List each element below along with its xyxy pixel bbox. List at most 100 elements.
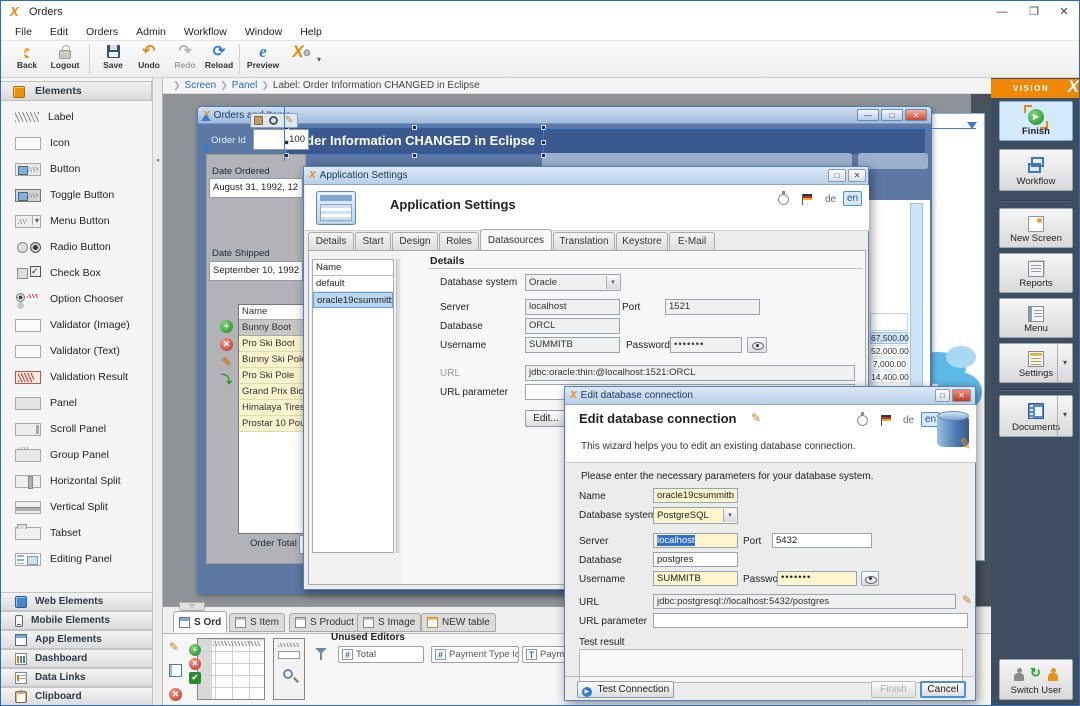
box-icon[interactable] bbox=[254, 116, 263, 125]
export-icon[interactable]: ⤵ bbox=[220, 374, 233, 387]
app-settings-maximize-button[interactable]: □ bbox=[828, 169, 846, 182]
test-result-textarea[interactable] bbox=[579, 649, 963, 683]
server-field[interactable]: localhost bbox=[653, 533, 738, 548]
orders-close-button[interactable]: ✕ bbox=[905, 109, 927, 121]
tab-e-mail[interactable]: E-Mail bbox=[669, 232, 715, 251]
palette-item-panel[interactable]: Panel bbox=[1, 390, 153, 416]
save-button[interactable]: Save bbox=[95, 43, 131, 76]
server-field[interactable]: localhost bbox=[525, 299, 620, 315]
palette-item-option-chooser[interactable]: Option Chooser bbox=[1, 286, 153, 312]
database-field[interactable]: postgres bbox=[653, 552, 738, 567]
new-screen-button[interactable]: New Screen bbox=[999, 208, 1073, 248]
palette-item-horizontal-split[interactable]: Horizontal Split bbox=[1, 468, 153, 494]
breadcrumb-link-panel[interactable]: Panel bbox=[232, 80, 258, 91]
menu-workflow[interactable]: Workflow bbox=[175, 24, 236, 40]
finish-button[interactable]: Finish bbox=[871, 681, 916, 698]
breadcrumb-link-screen[interactable]: Screen bbox=[185, 80, 217, 91]
finish-button[interactable]: ▶Finish bbox=[999, 101, 1073, 141]
circle-icon[interactable] bbox=[269, 116, 278, 125]
edit-db-close-button[interactable]: ✕ bbox=[952, 389, 971, 402]
datasource-row[interactable]: default bbox=[313, 276, 393, 292]
orders-window-titlebar[interactable]: X Orders and Items bbox=[198, 107, 931, 124]
table-preview-widget[interactable] bbox=[197, 638, 265, 700]
delete-row-icon[interactable]: ✕ bbox=[220, 338, 233, 351]
url-field[interactable]: jdbc:oracle:thin:@localhost:1521:ORCL bbox=[525, 365, 855, 381]
db-system-select[interactable]: PostgreSQL ▾ bbox=[653, 507, 738, 524]
edit-connection-button[interactable]: Edit... bbox=[525, 410, 567, 427]
palette-item-tabset[interactable]: Tabset bbox=[1, 520, 153, 546]
date-shipped-input[interactable]: September 10, 1992 bbox=[209, 261, 303, 281]
widget-tag-icon[interactable]: ✔ bbox=[189, 672, 201, 684]
selected-heading-label[interactable]: Order Information CHANGED in Eclipse bbox=[287, 128, 543, 154]
edit-row-pencil-icon[interactable]: ✎ bbox=[220, 356, 233, 369]
menu-file[interactable]: File bbox=[6, 24, 41, 40]
tab-start[interactable]: Start bbox=[355, 232, 391, 251]
orders-maximize-button[interactable]: □ bbox=[881, 109, 903, 121]
tab-translation[interactable]: Translation bbox=[553, 232, 615, 251]
language-de[interactable]: de bbox=[903, 415, 914, 426]
palette-group-clipboard[interactable]: Clipboard bbox=[1, 687, 153, 706]
close-button[interactable]: ✕ bbox=[1049, 1, 1079, 23]
stopwatch-icon[interactable] bbox=[778, 194, 789, 205]
redo-button[interactable]: ↷ Redo bbox=[167, 43, 203, 76]
palette-group-mobile-elements[interactable]: Mobile Elements bbox=[1, 611, 153, 630]
tab-datasources[interactable]: Datasources bbox=[480, 229, 552, 251]
logout-button[interactable]: Logout bbox=[47, 43, 83, 76]
selection-handle[interactable] bbox=[412, 125, 417, 130]
order-id-input[interactable]: 100 bbox=[253, 129, 309, 150]
widget-delete-icon[interactable]: ✕ bbox=[189, 658, 201, 670]
splitter-handle[interactable] bbox=[396, 259, 400, 553]
language-de[interactable]: de bbox=[825, 194, 836, 205]
name-field[interactable]: oracle19csummitb bbox=[653, 488, 738, 503]
db-system-select[interactable]: Oracle ▾ bbox=[525, 274, 621, 291]
palette-group-app-elements[interactable]: App Elements bbox=[1, 630, 153, 649]
widget-add-icon[interactable]: + bbox=[189, 644, 201, 656]
language-en[interactable]: en bbox=[843, 191, 862, 206]
palette-header-elements[interactable]: Elements bbox=[1, 81, 152, 101]
dock-notebook-icon[interactable] bbox=[169, 664, 182, 677]
menu-orders[interactable]: Orders bbox=[77, 24, 127, 40]
port-field[interactable]: 5432 bbox=[772, 533, 872, 548]
flag-icon[interactable] bbox=[881, 415, 892, 426]
palette-item-validator-image-[interactable]: Validator (Image) bbox=[1, 312, 153, 338]
orders-minimize-button[interactable]: — bbox=[857, 109, 879, 121]
reports-button[interactable]: Reports bbox=[999, 253, 1073, 293]
url-parameter-field[interactable] bbox=[653, 613, 968, 628]
maximize-button[interactable]: ❐ bbox=[1019, 1, 1049, 23]
palette-item-editing-panel[interactable]: Editing Panel bbox=[1, 546, 153, 572]
workflow-button[interactable]: Workflow bbox=[999, 149, 1073, 191]
dock-tab-s-item[interactable]: S Item bbox=[229, 613, 285, 632]
cancel-button[interactable]: Cancel bbox=[920, 681, 966, 698]
flag-icon[interactable] bbox=[802, 194, 813, 205]
editor-chip-total[interactable]: #Total bbox=[338, 646, 424, 663]
menu-window[interactable]: Window bbox=[236, 24, 291, 40]
palette-item-menu-button[interactable]: Menu Button bbox=[1, 208, 153, 234]
stopwatch-icon[interactable] bbox=[857, 415, 868, 426]
date-ordered-input[interactable]: August 31, 1992, 12 bbox=[209, 178, 303, 198]
palette-item-vertical-split[interactable]: Vertical Split bbox=[1, 494, 153, 520]
database-field[interactable]: ORCL bbox=[525, 318, 620, 334]
palette-group-data-links[interactable]: Data Links bbox=[1, 668, 153, 687]
undo-button[interactable]: ↶ Undo bbox=[131, 43, 167, 76]
dock-tab-new-table[interactable]: NEW table bbox=[421, 613, 496, 632]
visionx-menu-button[interactable]: X bbox=[283, 43, 313, 76]
selection-handle[interactable] bbox=[412, 153, 417, 158]
reload-button[interactable]: ⟳ Reload bbox=[201, 43, 237, 76]
pencil-icon[interactable]: ✎ bbox=[285, 116, 294, 125]
preview-button[interactable]: e Preview bbox=[245, 43, 281, 76]
dock-delete-icon[interactable]: ✕ bbox=[169, 688, 182, 701]
palette-item-radio-button[interactable]: Radio Button bbox=[1, 234, 153, 260]
port-field[interactable]: 1521 bbox=[665, 299, 760, 315]
chevron-down-icon[interactable]: ▾ bbox=[1057, 396, 1072, 436]
selection-handle[interactable] bbox=[541, 140, 546, 145]
palette-group-web-elements[interactable]: Web Elements bbox=[1, 592, 153, 611]
app-settings-close-button[interactable]: ✕ bbox=[848, 169, 866, 182]
palette-item-button[interactable]: Button bbox=[1, 156, 153, 182]
menu-help[interactable]: Help bbox=[291, 24, 331, 40]
palette-item-validation-result[interactable]: Validation Result bbox=[1, 364, 153, 390]
app-settings-titlebar[interactable]: X Application Settings bbox=[304, 167, 868, 185]
editor-chip-payment-type-id[interactable]: #Payment Type Id▾ bbox=[431, 646, 519, 663]
dock-collapse-button[interactable]: ▽ bbox=[179, 602, 205, 611]
menu-edit[interactable]: Edit bbox=[41, 24, 77, 40]
menu-admin[interactable]: Admin bbox=[127, 24, 175, 40]
